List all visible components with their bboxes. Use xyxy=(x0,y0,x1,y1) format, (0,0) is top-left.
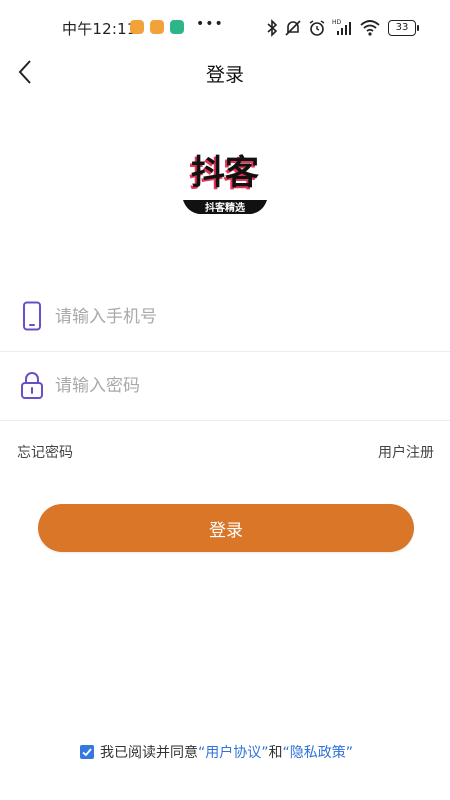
alarm-icon xyxy=(309,20,325,36)
lock-icon xyxy=(21,372,43,399)
checkmark-icon xyxy=(82,748,92,757)
signal-icon: HD xyxy=(332,19,351,35)
page-title: 登录 xyxy=(205,64,244,86)
phone-row xyxy=(0,283,450,352)
password-row xyxy=(0,352,450,421)
notification-app-icon xyxy=(130,20,144,34)
wifi-icon xyxy=(360,20,380,36)
battery-cap xyxy=(417,25,419,31)
phone-icon xyxy=(23,301,41,331)
logo-sub-text: 抖客精选 xyxy=(205,201,245,214)
bluetooth-icon xyxy=(267,19,278,37)
user-agreement-link[interactable]: “用户协议” xyxy=(198,745,269,761)
status-bar: 中午12:11 ••• HD 33 xyxy=(0,0,450,56)
mute-icon xyxy=(285,20,301,36)
status-icons: HD 33 xyxy=(266,16,436,40)
navigation-bar: 登录 xyxy=(0,56,450,88)
battery-icon: 33 xyxy=(388,20,416,36)
logo-main-text-overlay: 抖客 xyxy=(191,153,259,193)
battery-level: 33 xyxy=(395,22,409,33)
agreement-checkbox[interactable] xyxy=(80,745,94,759)
more-notifications-icon: ••• xyxy=(196,16,224,32)
app-logo: 抖客 抖客 抖客精选 xyxy=(175,142,275,224)
svg-text:HD: HD xyxy=(332,19,342,26)
notification-app-icon xyxy=(170,20,184,34)
phone-input[interactable] xyxy=(53,299,427,335)
agreement-and: 和 xyxy=(268,745,283,761)
privacy-policy-link[interactable]: “隐私政策” xyxy=(283,745,354,761)
register-link[interactable]: 用户注册 xyxy=(378,442,434,462)
agreement-row: 我已阅读并同意“用户协议”和“隐私政策” xyxy=(80,742,353,762)
status-time: 中午12:11 xyxy=(62,20,137,38)
notification-app-icon xyxy=(150,20,164,34)
login-button[interactable]: 登录 xyxy=(38,504,414,552)
password-input[interactable] xyxy=(53,368,427,404)
agreement-prefix: 我已阅读并同意 xyxy=(100,745,198,761)
forgot-password-link[interactable]: 忘记密码 xyxy=(17,442,73,462)
